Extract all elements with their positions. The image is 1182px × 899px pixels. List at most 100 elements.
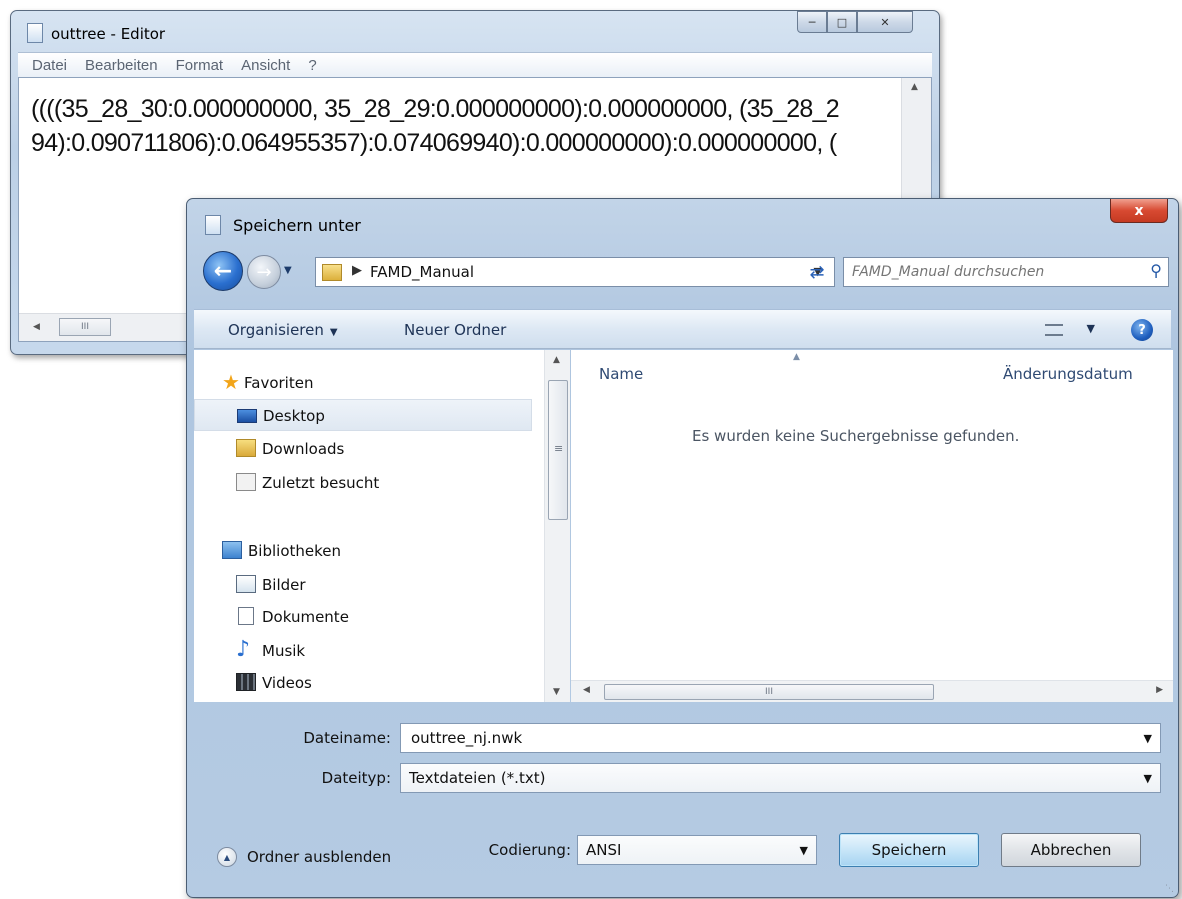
empty-results-message: Es wurden keine Suchergebnisse gefunden. [692, 427, 1020, 445]
nav-item-libraries[interactable]: Bibliotheken [194, 535, 532, 567]
nav-item-label: Desktop [263, 407, 325, 425]
organize-button[interactable]: Organisieren ▼ [228, 321, 338, 339]
dialog-title: Speichern unter [233, 216, 361, 235]
notepad-app-icon [27, 23, 43, 43]
forward-arrow-icon: → [256, 261, 272, 283]
documents-icon [238, 607, 254, 625]
filename-dropdown-icon[interactable]: ▼ [1144, 732, 1152, 745]
folder-icon [322, 264, 342, 281]
resize-grip-icon[interactable]: ⋱ [1165, 884, 1174, 894]
nav-item-label: Bibliotheken [248, 542, 341, 560]
breadcrumb-folder[interactable]: FAMD_Manual [370, 263, 474, 281]
menu-format[interactable]: Format [176, 57, 224, 74]
scroll-right-arrow-icon[interactable]: ▶ [1156, 685, 1163, 695]
sort-indicator-icon: ▲ [793, 352, 800, 362]
dialog-close-button[interactable]: x [1110, 199, 1168, 223]
encoding-dropdown-icon[interactable]: ▼ [800, 844, 808, 857]
scroll-left-arrow-icon[interactable]: ◀ [33, 322, 40, 332]
notepad-text: ((((35_28_30:0.000000000, 35_28_29:0.000… [31, 92, 893, 160]
filetype-select[interactable]: Textdateien (*.txt) ▼ [400, 763, 1161, 793]
filename-input[interactable] [409, 727, 1093, 749]
recent-places-icon [236, 473, 256, 491]
navigation-pane: ★ Favoriten Desktop Downloads Zuletzt be… [194, 350, 552, 702]
file-list-horizontal-scrollbar[interactable]: ◀ III ▶ [571, 680, 1173, 702]
desktop-icon [237, 409, 257, 423]
nav-item-label: Downloads [262, 440, 345, 458]
notepad-horizontal-scrollbar[interactable]: ◀ III [19, 313, 194, 341]
scroll-left-arrow-icon[interactable]: ◀ [583, 685, 590, 695]
nav-item-label: Dokumente [262, 608, 349, 626]
collapse-chevron-icon: ▲ [217, 847, 237, 867]
breadcrumb-chevron-icon[interactable]: ▶ [352, 263, 362, 278]
menu-bearbeiten[interactable]: Bearbeiten [85, 57, 158, 74]
organize-label: Organisieren [228, 321, 324, 339]
notepad-hscroll-thumb[interactable]: III [59, 318, 111, 336]
views-dropdown-icon[interactable]: ▼ [1087, 322, 1095, 335]
nav-item-label: Bilder [262, 576, 306, 594]
file-list-scroll-thumb[interactable]: III [604, 684, 934, 700]
menu-help[interactable]: ? [308, 57, 316, 74]
nav-item-label: Zuletzt besucht [262, 474, 380, 492]
filename-label: Dateiname: [303, 729, 391, 747]
hide-folders-label: Ordner ausblenden [247, 848, 392, 866]
downloads-folder-icon [236, 439, 256, 457]
scroll-grip-icon: ≡ [554, 442, 564, 455]
minimize-icon[interactable]: ─ [797, 11, 827, 33]
dialog-app-icon [205, 215, 221, 235]
notepad-menubar: Datei Bearbeiten Format Ansicht ? [18, 52, 932, 77]
menu-datei[interactable]: Datei [32, 57, 67, 74]
nav-item-label: Musik [262, 642, 306, 660]
nav-item-label: Favoriten [244, 374, 314, 392]
nav-item-recent[interactable]: Zuletzt besucht [194, 467, 532, 499]
notepad-close-icon[interactable]: ✕ [857, 11, 913, 33]
dialog-toolbar: Organisieren ▼ Neuer Ordner ▼ ? [194, 309, 1171, 349]
nav-item-desktop[interactable]: Desktop [194, 399, 532, 431]
nav-item-music[interactable]: ♪ Musik [194, 635, 532, 667]
videos-icon [236, 673, 256, 691]
libraries-icon [222, 541, 242, 559]
notepad-titlebar[interactable]: outtree - Editor ─ □ ✕ [11, 11, 939, 51]
encoding-value: ANSI [586, 841, 622, 859]
views-icon[interactable] [1045, 324, 1063, 336]
help-icon[interactable]: ? [1131, 319, 1153, 341]
forward-button[interactable]: → [247, 255, 281, 289]
refresh-icon[interactable]: ⇄ [797, 257, 837, 287]
back-arrow-icon: ← [213, 258, 233, 284]
filetype-value: Textdateien (*.txt) [409, 769, 546, 787]
pictures-icon [236, 575, 256, 593]
scroll-down-arrow-icon[interactable]: ▼ [553, 687, 560, 697]
nav-item-label: Videos [262, 674, 312, 692]
filetype-label: Dateityp: [321, 769, 391, 787]
text-line-1: ((((35_28_30:0.000000000, 35_28_29:0.000… [31, 95, 840, 123]
nav-item-downloads[interactable]: Downloads [194, 433, 532, 465]
maximize-icon[interactable]: □ [827, 11, 857, 33]
address-bar[interactable]: ▶ FAMD_Manual ▼ [315, 257, 835, 287]
encoding-select[interactable]: ANSI ▼ [577, 835, 817, 865]
back-button[interactable]: ← [203, 251, 243, 291]
encoding-label: Codierung: [488, 841, 571, 859]
cancel-button[interactable]: Abbrechen [1001, 833, 1141, 867]
column-header-name[interactable]: Name [599, 365, 643, 383]
nav-item-favorites[interactable]: ★ Favoriten [194, 367, 532, 399]
scroll-up-arrow-icon[interactable]: ▲ [911, 82, 918, 92]
scroll-up-arrow-icon[interactable]: ▲ [553, 355, 560, 365]
menu-ansicht[interactable]: Ansicht [241, 57, 290, 74]
nav-item-documents[interactable]: Dokumente [194, 601, 532, 633]
column-header-modified[interactable]: Änderungsdatum [1003, 365, 1133, 383]
navigation-pane-scrollbar[interactable]: ▲ ≡ ▼ [544, 350, 570, 702]
nav-item-videos[interactable]: Videos [194, 667, 532, 699]
save-as-dialog: Speichern unter x ← → ▼ ▶ FAMD_Manual ▼ … [186, 198, 1179, 898]
search-input[interactable] [850, 260, 1130, 284]
recent-locations-dropdown-icon[interactable]: ▼ [284, 265, 292, 276]
chevron-down-icon: ▼ [329, 327, 338, 338]
star-icon: ★ [222, 370, 240, 394]
file-list-pane[interactable]: ▲ Name Änderungsdatum Es wurden keine Su… [571, 350, 1173, 680]
notepad-title: outtree - Editor [51, 25, 166, 43]
save-button[interactable]: Speichern [839, 833, 979, 867]
new-folder-button[interactable]: Neuer Ordner [404, 321, 506, 339]
search-icon[interactable]: ⚲ [1150, 261, 1162, 280]
filename-field[interactable]: ▼ [400, 723, 1161, 753]
nav-item-pictures[interactable]: Bilder [194, 569, 532, 601]
search-box[interactable]: ⚲ [843, 257, 1169, 287]
filetype-dropdown-icon[interactable]: ▼ [1144, 772, 1152, 785]
